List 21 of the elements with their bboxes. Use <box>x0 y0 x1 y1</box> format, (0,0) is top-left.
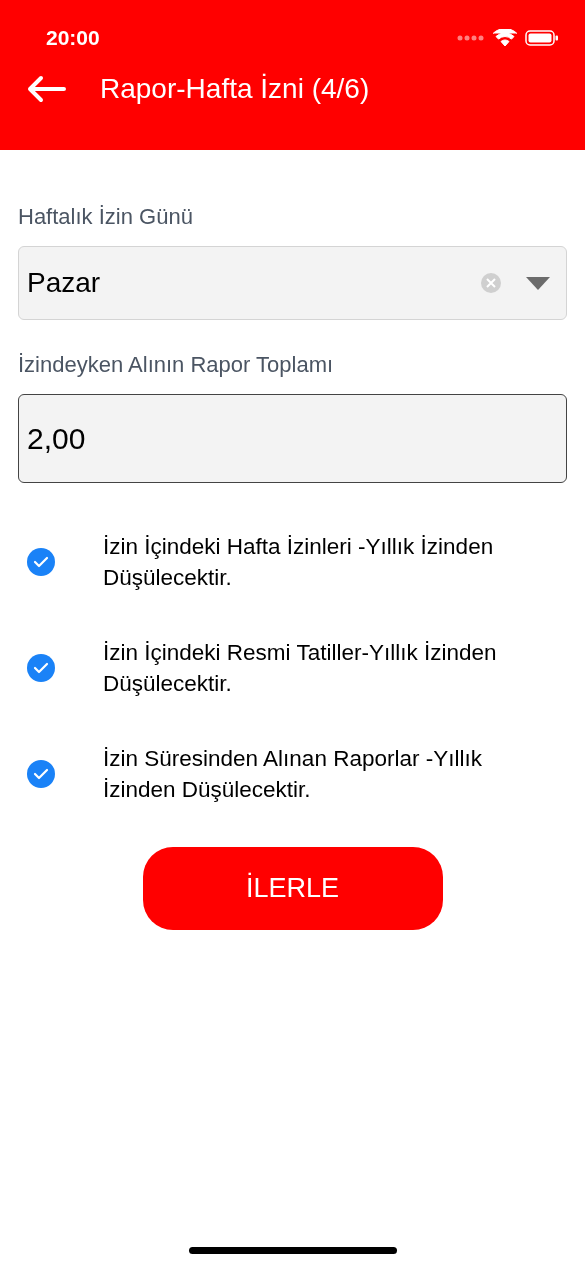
battery-icon <box>525 30 559 46</box>
back-arrow-icon <box>26 75 66 103</box>
report-total-field[interactable]: 2,00 <box>18 394 567 483</box>
next-button[interactable]: İLERLE <box>142 847 443 930</box>
screen-title: Rapor-Hafta İzni (4/6) <box>100 72 370 106</box>
checkmark-icon <box>33 556 49 568</box>
checkbox-label: İzin İçindeki Resmi Tatiller-Yıllık İzinden Düşülecektir. <box>103 639 498 698</box>
checkmark-icon <box>33 768 49 780</box>
status-time: 20:00 <box>46 25 100 52</box>
field-label: İzindeyken Alının Rapor Toplamı <box>18 351 335 379</box>
checkmark-icon <box>33 662 49 674</box>
field-label: Haftalık İzin Günü <box>18 203 194 231</box>
wifi-icon <box>493 29 517 47</box>
checkbox[interactable] <box>27 548 55 576</box>
checkbox-label: İzin İçindeki Hafta İzinleri -Yıllık İzinden Düşülecektir. <box>103 533 495 592</box>
day-dropdown[interactable]: Pazar <box>18 246 567 320</box>
dropdown-caret-icon <box>526 276 550 290</box>
checkbox[interactable] <box>27 654 55 682</box>
checkbox-label: İzin Süresinden Alınan Raporlar -Yıllık İzinden Düşülecektir. <box>103 745 483 804</box>
signal-icon <box>457 34 485 42</box>
checkbox[interactable] <box>27 760 55 788</box>
